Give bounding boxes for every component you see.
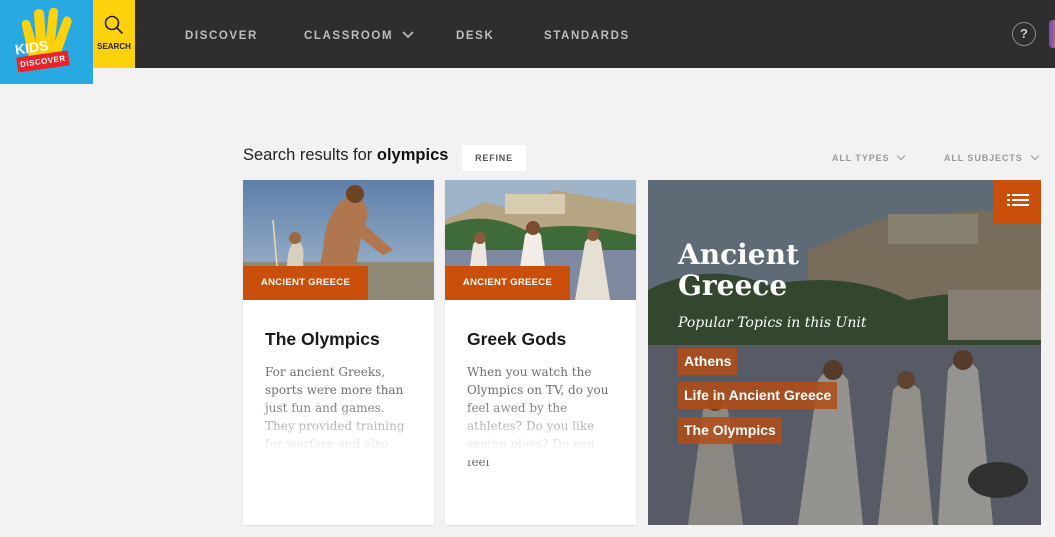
kids-discover-logo[interactable]: KIDS DISCOVER (0, 0, 93, 84)
result-card-greek-gods[interactable]: ANCIENT GREECE Greek Gods When you watch… (445, 180, 636, 525)
card-tag[interactable]: ANCIENT GREECE (243, 266, 368, 300)
card-title[interactable]: Greek Gods (467, 329, 566, 350)
unit-title-line2: Greece (678, 269, 788, 302)
filter-all-subjects[interactable]: ALL SUBJECTS (944, 151, 1039, 163)
results-query: olympics (376, 146, 449, 164)
chevron-down-icon (1030, 151, 1039, 161)
chevron-down-icon (402, 31, 414, 39)
top-navigation-bar (0, 0, 1055, 68)
text-fade (445, 400, 636, 460)
filter-subjects-label: ALL SUBJECTS (944, 153, 1023, 163)
list-icon (1007, 194, 1029, 206)
card-title[interactable]: The Olympics (265, 329, 380, 350)
unit-menu-button[interactable] (994, 180, 1041, 224)
topic-life-in-ancient-greece[interactable]: Life in Ancient Greece (678, 382, 838, 409)
unit-title[interactable]: Ancient Greece (678, 239, 799, 301)
chevron-down-icon (897, 151, 906, 161)
filter-all-types[interactable]: ALL TYPES (832, 151, 906, 163)
topic-the-olympics[interactable]: The Olympics (678, 417, 782, 444)
search-label: SEARCH (97, 42, 131, 51)
unit-subtitle: Popular Topics in this Unit (678, 315, 867, 331)
help-button[interactable]: ? (1012, 22, 1036, 46)
avatar[interactable] (1049, 20, 1055, 48)
card-tag[interactable]: ANCIENT GREECE (445, 266, 570, 300)
nav-standards[interactable]: STANDARDS (544, 30, 630, 42)
refine-button[interactable]: REFINE (462, 145, 526, 171)
nav-classroom[interactable]: CLASSROOM (304, 30, 414, 42)
nav-desk[interactable]: DESK (456, 30, 494, 42)
unit-title-line1: Ancient (678, 238, 799, 271)
search-button[interactable]: SEARCH (93, 0, 135, 68)
filter-types-label: ALL TYPES (832, 153, 890, 163)
unit-card-ancient-greece[interactable]: Ancient Greece Popular Topics in this Uni… (648, 180, 1041, 525)
nav-discover[interactable]: DISCOVER (185, 30, 258, 42)
search-icon (104, 15, 124, 35)
text-fade (243, 400, 434, 460)
result-card-the-olympics[interactable]: ANCIENT GREECE The Olympics For ancient … (243, 180, 434, 525)
search-results-title: Search results for olympics (243, 146, 448, 165)
nav-classroom-label: CLASSROOM (304, 30, 394, 42)
results-prefix: Search results for (243, 146, 377, 164)
topic-athens[interactable]: Athens (678, 348, 738, 375)
